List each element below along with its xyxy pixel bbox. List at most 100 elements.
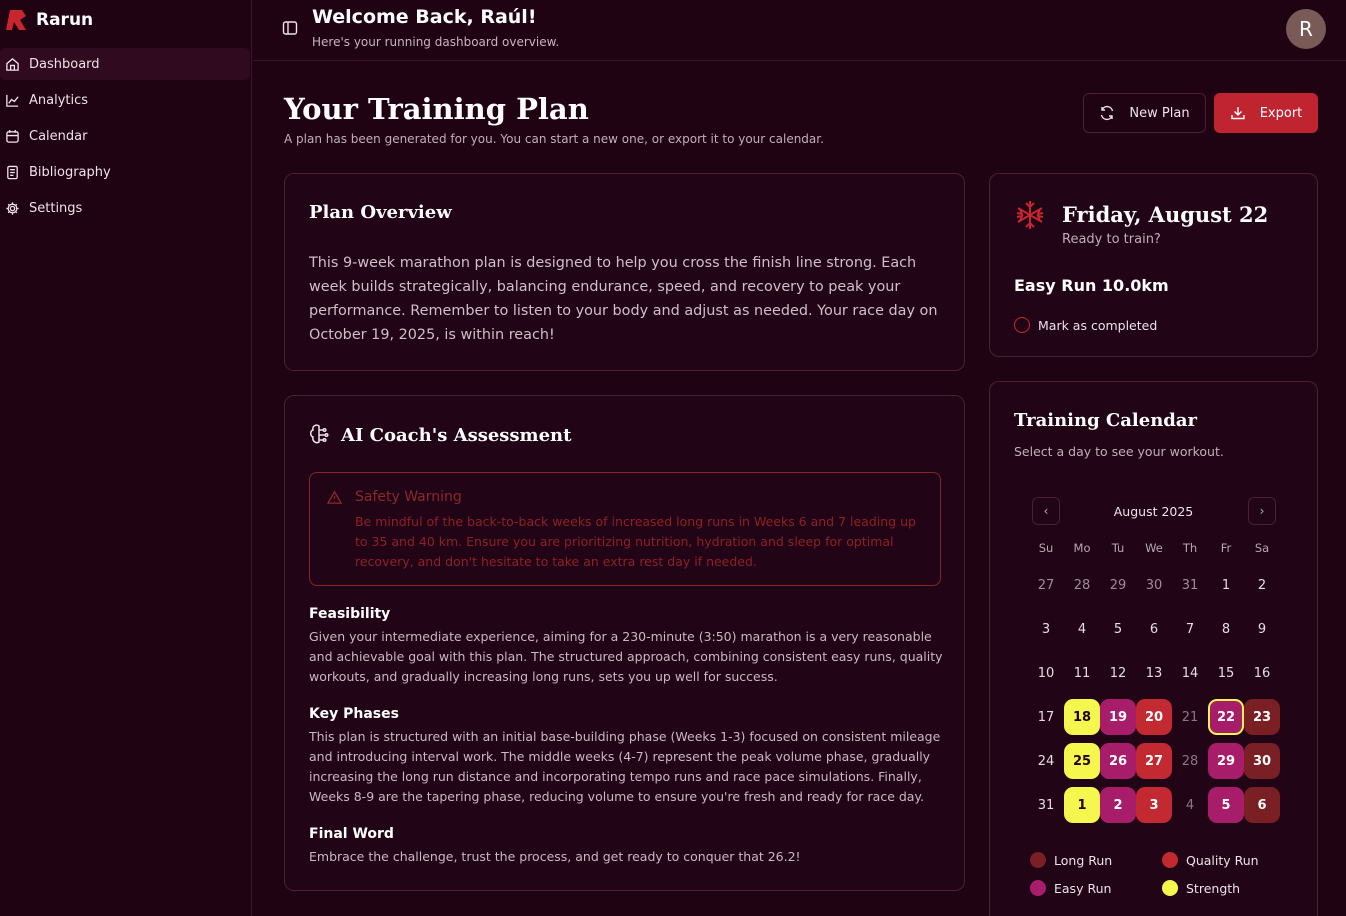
export-button[interactable]: Export	[1214, 93, 1318, 133]
sidebar-item-dashboard[interactable]: Dashboard	[0, 48, 250, 80]
calendar-legend: Long Run Quality Run Easy Run Strength	[1030, 851, 1294, 897]
legend-dot	[1162, 880, 1178, 896]
sidebar-nav: Dashboard Analytics Calendar Bibliograph…	[0, 48, 250, 228]
calendar-day[interactable]: 8	[1208, 611, 1244, 647]
legend-label: Easy Run	[1054, 880, 1112, 896]
legend-item: Long Run	[1030, 851, 1162, 869]
calendar-day[interactable]: 16	[1244, 655, 1280, 691]
calendar-day[interactable]: 22	[1208, 699, 1244, 735]
next-month-button[interactable]: ›	[1248, 497, 1276, 525]
calendar-day[interactable]: 11	[1064, 655, 1100, 691]
calendar-day[interactable]: 3	[1028, 611, 1064, 647]
avatar[interactable]: R	[1286, 9, 1326, 49]
calendar-day[interactable]: 30	[1244, 743, 1280, 779]
calendar-day[interactable]: 2	[1100, 787, 1136, 823]
calendar-day[interactable]: 21	[1172, 699, 1208, 735]
calendar-day[interactable]: 31	[1172, 567, 1208, 603]
calendar-day[interactable]: 5	[1100, 611, 1136, 647]
sidebar-item-label: Dashboard	[29, 56, 100, 72]
calendar-day[interactable]: 3	[1136, 787, 1172, 823]
calendar-day[interactable]: 13	[1136, 655, 1172, 691]
sidebar-item-label: Settings	[29, 200, 83, 216]
calendar-day[interactable]: 27	[1028, 567, 1064, 603]
sidebar-item-calendar[interactable]: Calendar	[0, 120, 250, 152]
calendar-day[interactable]: 1	[1208, 567, 1244, 603]
key-phases-section: Key Phases This plan is structured with …	[309, 706, 945, 807]
legend-item: Easy Run	[1030, 879, 1162, 897]
today-subtitle: Ready to train?	[1062, 232, 1161, 247]
brand-name: Rarun	[36, 10, 94, 30]
weekday-header: Th	[1182, 541, 1198, 555]
warning-triangle-icon	[327, 490, 342, 504]
mark-completed-label: Mark as completed	[1038, 317, 1158, 333]
header: Welcome Back, Raúl! Here's your running …	[253, 0, 1346, 61]
safety-warning-text: Be mindful of the back-to-back weeks of …	[355, 514, 916, 569]
weekday-header: Sa	[1254, 541, 1270, 555]
sidebar-toggle-icon[interactable]	[282, 20, 298, 36]
mark-completed-toggle[interactable]: Mark as completed	[1014, 317, 1157, 333]
calendar-day[interactable]: 17	[1028, 699, 1064, 735]
calendar-grid: Su Mo Tu We Th Fr Sa 27 28 29 30 31 1 2 3 4 5 6 7 8 9 10 11 12 1…	[1028, 537, 1280, 823]
brand[interactable]: Rarun	[6, 8, 93, 32]
weekday-header: We	[1145, 541, 1163, 555]
calendar-day[interactable]: 6	[1136, 611, 1172, 647]
legend-label: Long Run	[1054, 852, 1113, 868]
calendar-day[interactable]: 5	[1208, 787, 1244, 823]
calendar-day[interactable]: 9	[1244, 611, 1280, 647]
legend-item: Strength	[1162, 879, 1294, 897]
calendar-day[interactable]: 12	[1100, 655, 1136, 691]
calendar-day[interactable]: 27	[1136, 743, 1172, 779]
legend-dot	[1030, 852, 1046, 868]
calendar-day[interactable]: 19	[1100, 699, 1136, 735]
calendar-day[interactable]: 30	[1136, 567, 1172, 603]
sidebar-item-bibliography[interactable]: Bibliography	[0, 156, 250, 188]
calendar-day[interactable]: 15	[1208, 655, 1244, 691]
new-plan-button[interactable]: New Plan	[1083, 93, 1206, 133]
feasibility-section: Feasibility Given your intermediate expe…	[309, 606, 945, 687]
refresh-icon	[1101, 105, 1114, 121]
calendar-day[interactable]: 31	[1028, 787, 1064, 823]
calendar-day[interactable]: 20	[1136, 699, 1172, 735]
rarun-logo-icon	[6, 10, 26, 30]
calendar-day[interactable]: 29	[1100, 567, 1136, 603]
sidebar-item-settings[interactable]: Settings	[0, 192, 250, 224]
sidebar-item-label: Analytics	[29, 92, 89, 108]
calendar-day[interactable]: 2	[1244, 567, 1280, 603]
calendar-day[interactable]: 23	[1244, 699, 1280, 735]
sidebar: Rarun Dashboard Analytics Calendar Bibli…	[0, 0, 252, 916]
plan-overview-card: Plan Overview This 9-week marathon plan …	[284, 173, 965, 371]
snowflake-icon	[1016, 201, 1044, 229]
gear-icon	[5, 201, 20, 216]
today-workout-name: Easy Run 10.0km	[1014, 276, 1169, 295]
calendar-day[interactable]: 26	[1100, 743, 1136, 779]
final-word-section: Final Word Embrace the challenge, trust …	[309, 826, 945, 867]
completion-radio[interactable]	[1014, 317, 1030, 333]
calendar-day[interactable]: 28	[1172, 743, 1208, 779]
training-calendar-title: Training Calendar	[1014, 410, 1198, 431]
training-calendar-subtitle: Select a day to see your workout.	[1014, 444, 1224, 459]
calendar-day[interactable]: 29	[1208, 743, 1244, 779]
new-plan-label: New Plan	[1129, 105, 1190, 121]
home-icon	[5, 57, 20, 72]
calendar-day[interactable]: 6	[1244, 787, 1280, 823]
page-title: Your Training Plan	[284, 92, 589, 126]
welcome-subtitle: Here's your running dashboard overview.	[312, 35, 560, 49]
calendar-day[interactable]: 4	[1064, 611, 1100, 647]
brain-icon	[310, 424, 329, 444]
sidebar-item-analytics[interactable]: Analytics	[0, 84, 250, 116]
calendar-day[interactable]: 25	[1064, 743, 1100, 779]
key-phases-text: This plan is structured with an initial …	[309, 729, 941, 804]
book-icon	[5, 165, 20, 180]
plan-overview-text: This 9-week marathon plan is designed to…	[309, 255, 938, 343]
weekday-header: Tu	[1111, 541, 1125, 555]
calendar-day[interactable]: 28	[1064, 567, 1100, 603]
chevron-right-icon: ›	[1259, 504, 1265, 518]
calendar-day[interactable]: 14	[1172, 655, 1208, 691]
ai-coach-card: AI Coach's Assessment Safety Warning Be …	[284, 395, 965, 891]
calendar-day[interactable]: 7	[1172, 611, 1208, 647]
calendar-day[interactable]: 18	[1064, 699, 1100, 735]
calendar-day[interactable]: 1	[1064, 787, 1100, 823]
calendar-day[interactable]: 24	[1028, 743, 1064, 779]
calendar-day[interactable]: 10	[1028, 655, 1064, 691]
calendar-day[interactable]: 4	[1172, 787, 1208, 823]
